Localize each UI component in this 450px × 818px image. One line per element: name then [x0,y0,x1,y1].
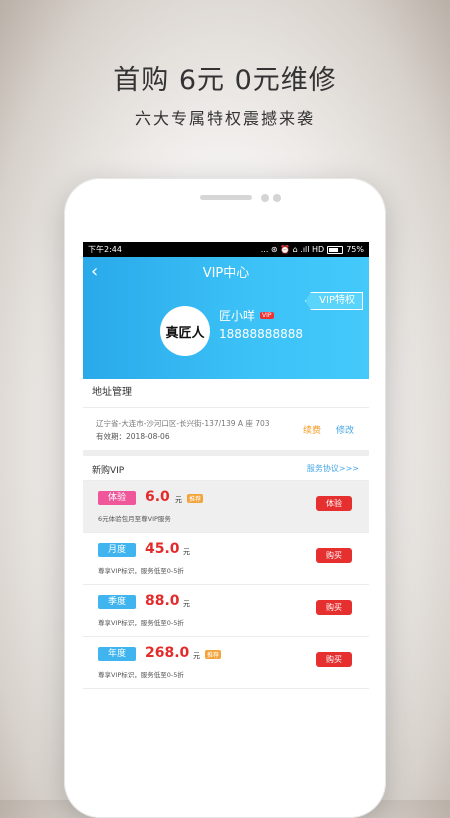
plan-item-monthly[interactable]: 月度 45.0 元 尊享VIP标识，服务低至0-5折 购买 [83,533,369,585]
new-vip-title: 新购VIP [92,466,125,476]
renew-button[interactable]: 续费 [303,423,321,436]
plan-price: 268.0 [145,645,190,661]
plan-description: 尊享VIP标识，服务低至0-5折 [98,567,184,575]
plan-item-trial[interactable]: 体验 6.0 元 推荐 6元体验包月至尊VIP服务 体验 [83,481,369,533]
buy-button-quarterly[interactable]: 购买 [316,600,352,615]
plan-tag: 月度 [98,543,136,557]
camera-icon [261,194,269,202]
user-name-row: 匠小咩 VIP [219,307,274,324]
plan-tag: 年度 [98,647,136,661]
plan-item-quarterly[interactable]: 季度 88.0 元 尊享VIP标识，服务低至0-5折 购买 [83,585,369,637]
trial-button[interactable]: 体验 [316,496,352,511]
plan-description: 6元体验包月至尊VIP服务 [98,515,171,523]
recommend-badge: 推荐 [205,650,222,659]
page-title: VIP中心 [202,265,250,281]
plan-unit: 元 [183,548,190,556]
promo-headline: 首购 6元 0元维修 [113,65,337,96]
status-icons: ... ⊛ ⏰ ⌂ .ıll HD [260,245,325,254]
expiry-date: 有效期：2018-08-06 [96,432,170,441]
recommend-badge: 推荐 [187,494,204,503]
address-text: 辽宁省-大连市-沙河口区-长兴街-137/139 A 座 703 [96,419,270,428]
new-vip-header: 新购VIP 服务协议>>> [83,456,369,481]
address-section-title: 地址管理 [83,379,369,408]
sensor-icon [273,194,281,202]
battery-level: 75% [346,245,364,254]
plan-price: 45.0 [145,541,180,557]
battery-icon [327,245,344,254]
nav-bar: ‹ VIP中心 [83,257,369,285]
plan-unit: 元 [183,600,190,608]
plan-tag: 体验 [98,491,136,505]
plan-description: 尊享VIP标识，服务低至0-5折 [98,671,184,679]
vip-privilege-ribbon[interactable]: VIP特权 [305,292,363,310]
plan-price: 88.0 [145,593,180,609]
plan-description: 尊享VIP标识，服务低至0-5折 [98,619,184,627]
plan-tag: 季度 [98,595,136,609]
user-phone: 18888888888 [219,327,303,341]
status-bar: 下午2:44 ... ⊛ ⏰ ⌂ .ıll HD 75% [83,242,369,257]
address-card: 辽宁省-大连市-沙河口区-长兴街-137/139 A 座 703 有效期：201… [83,408,369,456]
plan-item-yearly[interactable]: 年度 268.0 元 推荐 尊享VIP标识，服务低至0-5折 购买 [83,637,369,689]
avatar: 真匠人 [160,306,210,356]
promo-subline: 六大专属特权震撼来袭 [134,109,315,128]
plan-unit: 元 [193,652,200,660]
vip-badge: VIP [260,312,274,319]
speaker-grille [200,195,252,200]
vip-header: ‹ VIP中心 VIP特权 真匠人 匠小咩 VIP 18888888888 [83,257,369,379]
phone-frame: 下午2:44 ... ⊛ ⏰ ⌂ .ıll HD 75% ‹ VIP中心 VIP… [64,178,386,818]
plan-unit: 元 [175,496,182,504]
plan-list: 体验 6.0 元 推荐 6元体验包月至尊VIP服务 体验 月度 45.0 元 尊… [83,481,369,689]
back-arrow-icon[interactable]: ‹ [91,261,98,282]
modify-button[interactable]: 修改 [336,423,354,436]
user-name: 匠小咩 [219,309,256,323]
app-screen: 下午2:44 ... ⊛ ⏰ ⌂ .ıll HD 75% ‹ VIP中心 VIP… [83,242,369,812]
plan-price: 6.0 [145,489,170,505]
buy-button-monthly[interactable]: 购买 [316,548,352,563]
service-agreement-link[interactable]: 服务协议>>> [307,463,359,474]
buy-button-yearly[interactable]: 购买 [316,652,352,667]
status-time: 下午2:44 [88,245,122,254]
